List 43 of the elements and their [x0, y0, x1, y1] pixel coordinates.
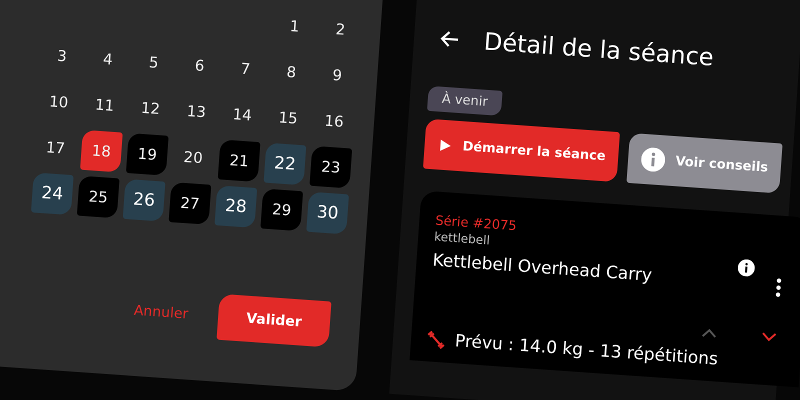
- calendar-day[interactable]: 23: [310, 146, 352, 188]
- calendar-day[interactable]: 7: [224, 48, 267, 90]
- calendar-day[interactable]: 28: [214, 185, 258, 228]
- confirm-button[interactable]: Valider: [216, 294, 332, 348]
- calendar-day[interactable]: 12: [129, 87, 172, 130]
- calendar-day[interactable]: 2: [319, 8, 362, 51]
- calendar-day[interactable]: 6: [178, 44, 221, 88]
- calendar-day[interactable]: 20: [172, 136, 215, 179]
- calendar-day[interactable]: 8: [270, 50, 313, 94]
- calendar-day[interactable]: 1: [273, 4, 316, 48]
- play-icon: [437, 137, 454, 154]
- status-badge: À venir: [427, 86, 502, 116]
- planned-text: Prévu : 14.0 kg - 13 répétitions: [454, 331, 718, 370]
- calendar-day[interactable]: 15: [266, 96, 310, 140]
- calendar-day[interactable]: 16: [312, 100, 356, 143]
- calendar-day[interactable]: 24: [30, 172, 74, 216]
- equipment-label: kettlebell: [434, 230, 490, 250]
- more-options-icon[interactable]: [774, 278, 782, 298]
- calendar-day[interactable]: 10: [37, 80, 80, 124]
- info-icon: [640, 146, 666, 172]
- info-icon[interactable]: [737, 258, 756, 277]
- calendar-day[interactable]: 4: [86, 38, 130, 81]
- calendar-day[interactable]: 19: [126, 132, 169, 176]
- dumbbell-icon: [426, 330, 446, 350]
- calendar-day[interactable]: 13: [175, 90, 218, 133]
- calendar-day[interactable]: 25: [76, 176, 120, 218]
- exercise-name: Kettlebell Overhead Carry: [432, 250, 654, 288]
- calendar-day[interactable]: 21: [218, 139, 260, 182]
- screen-title: Détail de la séance: [483, 28, 714, 72]
- calendar-day[interactable]: 29: [260, 188, 304, 232]
- calendar-day[interactable]: 5: [132, 41, 176, 84]
- calendar-day[interactable]: 22: [264, 142, 306, 186]
- calendar-day[interactable]: 14: [220, 94, 264, 136]
- calendar-day[interactable]: 27: [168, 182, 212, 225]
- calendar-day[interactable]: 18: [80, 130, 123, 172]
- calendar-day[interactable]: 30: [306, 192, 349, 234]
- calendar-day[interactable]: 9: [316, 54, 359, 97]
- chevron-down-icon[interactable]: [760, 330, 778, 344]
- calendar-day[interactable]: 11: [83, 84, 126, 127]
- calendar-day[interactable]: 3: [40, 34, 84, 78]
- calendar-day[interactable]: 26: [122, 178, 166, 222]
- calendar-day[interactable]: 17: [34, 126, 77, 170]
- start-button[interactable]: Démarrer la séance: [422, 118, 620, 182]
